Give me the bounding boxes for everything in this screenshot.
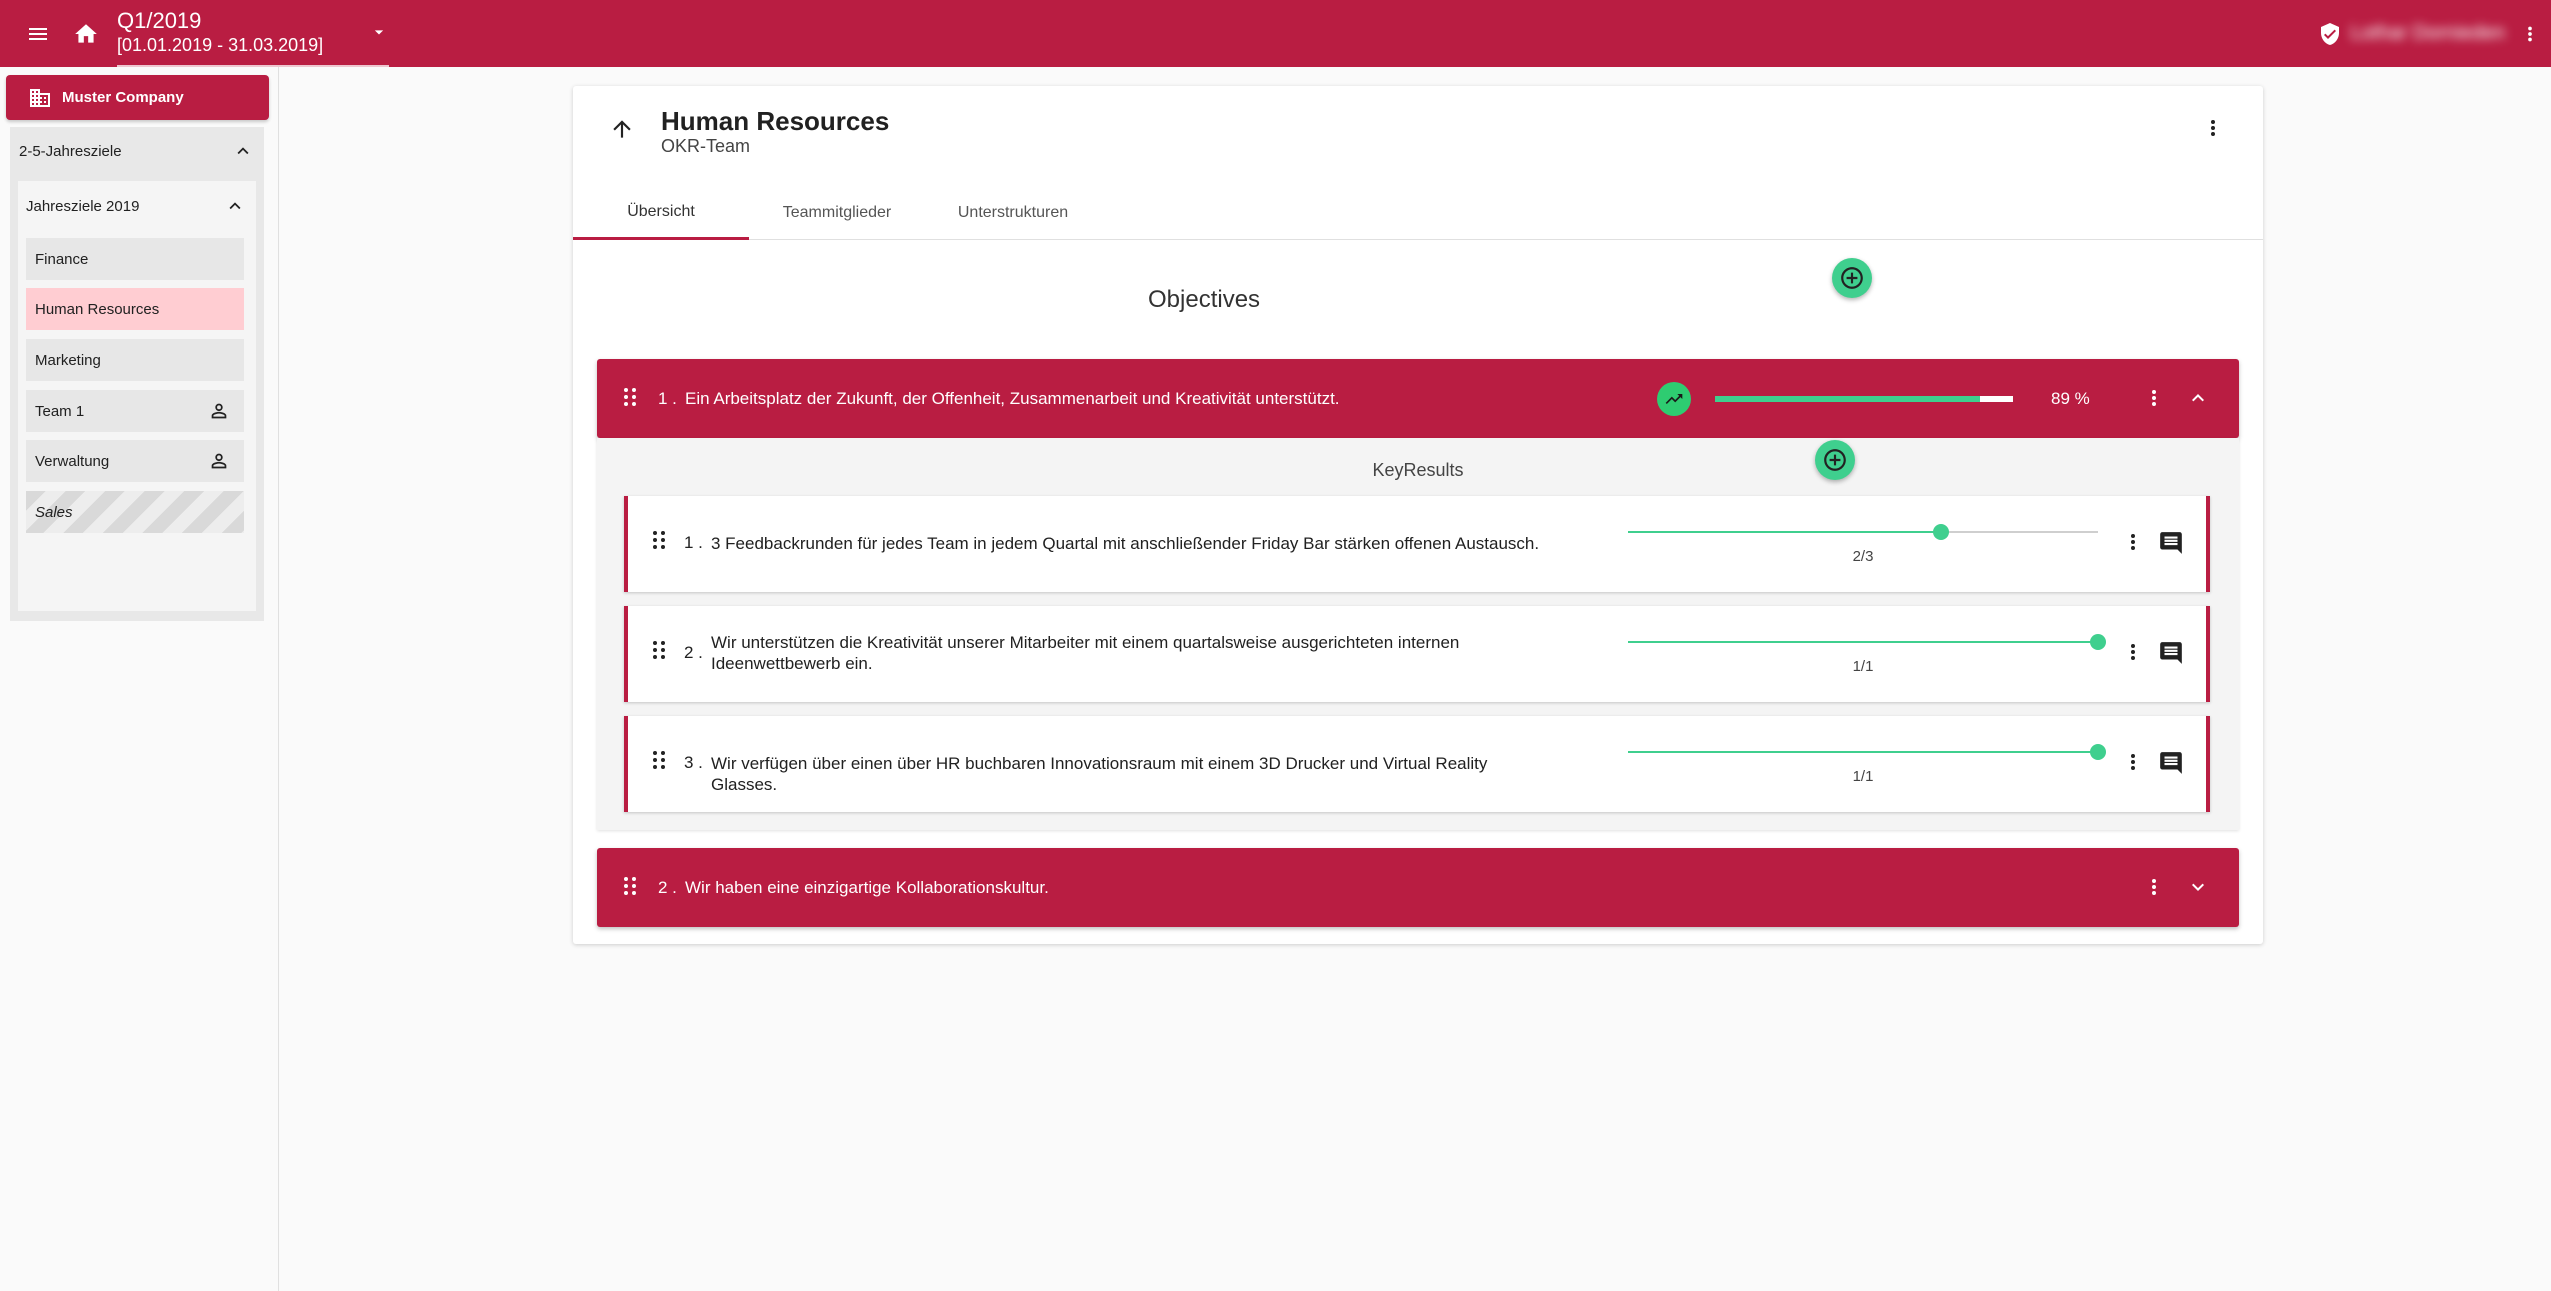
keyresult-value: 1/1 [1852, 768, 1874, 785]
add-circle-icon [1841, 267, 1863, 289]
home-icon[interactable] [65, 13, 107, 55]
keyresult-slider[interactable] [1628, 744, 2106, 760]
drag-handle-icon[interactable] [652, 750, 666, 770]
tree-year-goals[interactable]: Jahresziele 2019 [18, 181, 256, 231]
objective-text: Ein Arbeitsplatz der Zukunft, der Offenh… [685, 389, 1340, 408]
sidebar-item-label: Sales [35, 503, 73, 521]
tab-bar: Übersicht Teammitglieder Unterstrukturen [573, 186, 2263, 240]
long-term-goals-label: 2-5-Jahresziele [19, 142, 122, 160]
objective-header[interactable]: 2 . Wir haben eine einzigartige Kollabor… [597, 848, 2239, 927]
slider-thumb[interactable] [2090, 634, 2106, 650]
objective-progress-label: 89 % [2051, 389, 2090, 408]
keyresult-row: 1 . 3 Feedbackrunden für jedes Team in j… [624, 496, 2210, 592]
chevron-up-icon[interactable] [2186, 386, 2210, 410]
period-selector[interactable]: Q1/2019 [01.01.2019 - 31.03.2019] [117, 0, 389, 67]
more-vert-icon[interactable] [2519, 23, 2541, 45]
menu-icon[interactable] [17, 13, 59, 55]
tab-substructures[interactable]: Unterstrukturen [925, 186, 1101, 240]
comment-icon[interactable] [2158, 750, 2184, 776]
sidebar-item-label: Team 1 [35, 402, 85, 420]
chevron-up-icon [229, 202, 241, 210]
objective-number: 1 . [658, 389, 677, 408]
sidebar-item-label: Verwaltung [35, 452, 110, 470]
keyresult-row: 3 . Wir verfügen über einen über HR buch… [624, 716, 2210, 812]
sidebar-item-sales[interactable]: Sales [26, 491, 244, 533]
tree-long-term-goals[interactable]: 2-5-Jahresziele [10, 127, 264, 175]
keyresults-panel: KeyResults 1 . 3 Feedbackrunden für jede… [597, 438, 2239, 830]
period-title: Q1/2019 [117, 8, 202, 33]
keyresults-label: KeyResults [1372, 460, 1464, 480]
sidebar-item-verwaltung[interactable]: Verwaltung [26, 440, 244, 482]
sidebar-item-label: Marketing [35, 351, 101, 369]
keyresult-number: 3 . [684, 753, 703, 772]
page-title: Human Resources [661, 106, 890, 136]
keyresult-text: 3 Feedbackrunden für jedes Team in jedem… [711, 534, 1540, 553]
slider-thumb[interactable] [1933, 524, 1950, 540]
slider-track-fill [1628, 751, 2098, 753]
sidebar-item-label: Human Resources [35, 300, 160, 318]
drag-handle-icon[interactable] [623, 387, 637, 407]
add-objective-button[interactable] [1832, 258, 1872, 298]
sidebar-item-label: Finance [35, 250, 89, 268]
person-icon [211, 453, 227, 469]
progress-fill [1715, 396, 1981, 402]
keyresult-value: 1/1 [1852, 658, 1874, 675]
trending-up-icon [1657, 382, 1691, 416]
domain-icon [28, 86, 52, 110]
more-vert-icon[interactable] [2142, 875, 2166, 899]
keyresult-row: 2 . Wir unterstützen die Kreativität uns… [624, 606, 2210, 702]
keyresult-number: 2 . [684, 643, 703, 662]
add-circle-icon [1824, 449, 1846, 471]
sidebar-item-marketing[interactable]: Marketing [26, 339, 244, 381]
tab-overview[interactable]: Übersicht [573, 186, 749, 240]
keyresult-slider[interactable] [1628, 524, 2098, 540]
keyresult-number: 1 . [684, 533, 703, 552]
comment-icon[interactable] [2158, 640, 2184, 666]
more-vert-icon[interactable] [2121, 640, 2145, 664]
sidebar-item-human-resources[interactable]: Human Resources [26, 288, 244, 330]
slider-track-fill [1628, 641, 2098, 643]
objective-header[interactable]: 1 . Ein Arbeitsplatz der Zukunft, der Of… [597, 359, 2239, 438]
tab-team-members[interactable]: Teammitglieder [749, 186, 925, 240]
objective-progress-bar [1715, 396, 2013, 402]
year-goals-label: Jahresziele 2019 [26, 197, 140, 215]
more-vert-icon[interactable] [2121, 530, 2145, 554]
more-vert-icon[interactable] [2121, 750, 2145, 774]
person-icon [211, 403, 227, 419]
chevron-up-icon [237, 147, 249, 155]
add-keyresult-button[interactable] [1815, 440, 1855, 480]
drag-handle-icon[interactable] [623, 876, 637, 896]
user-name[interactable]: Lothar Dornieden [2350, 22, 2505, 45]
sidebar-item-finance[interactable]: Finance [26, 238, 244, 280]
drag-handle-icon[interactable] [652, 530, 666, 550]
more-vert-icon[interactable] [2201, 116, 2225, 140]
shield-check-icon [2318, 22, 2342, 46]
top-app-bar: Q1/2019 [01.01.2019 - 31.03.2019] Lothar… [0, 0, 2551, 67]
comment-icon[interactable] [2158, 530, 2184, 556]
keyresult-value: 2/3 [1852, 548, 1874, 565]
sidebar-item-team-1[interactable]: Team 1 [26, 390, 244, 432]
objective-text: Wir haben eine einzigartige Kollaboratio… [685, 878, 1049, 897]
okr-unit-card: Human Resources OKR-Team Übersicht Teamm… [573, 86, 2263, 944]
caret-down-icon [369, 22, 389, 42]
page-subtitle: OKR-Team [661, 136, 751, 156]
sidebar: Muster Company 2-5-Jahresziele Jahreszie… [0, 67, 279, 1291]
slider-thumb[interactable] [2090, 744, 2106, 760]
more-vert-icon[interactable] [2142, 386, 2166, 410]
drag-handle-icon[interactable] [652, 640, 666, 660]
company-button[interactable]: Muster Company [6, 75, 269, 120]
arrow-up-icon[interactable] [609, 116, 635, 142]
company-name: Muster Company [62, 89, 184, 106]
period-range: [01.01.2019 - 31.03.2019] [117, 35, 324, 56]
keyresult-text: Wir verfügen über einen über HR buchbare… [711, 754, 1488, 795]
structure-tree: 2-5-Jahresziele Jahresziele 2019 Finance… [10, 127, 264, 621]
keyresult-text: Wir unterstützen die Kreativität unserer… [711, 633, 1460, 674]
objective-number: 2 . [658, 878, 677, 897]
slider-track-fill [1628, 531, 1942, 533]
chevron-down-icon[interactable] [2186, 875, 2210, 899]
objectives-title: Objectives [1148, 286, 1261, 313]
keyresult-slider[interactable] [1628, 634, 2106, 650]
year-goals-group: Jahresziele 2019 Finance Human Resources… [18, 181, 256, 611]
